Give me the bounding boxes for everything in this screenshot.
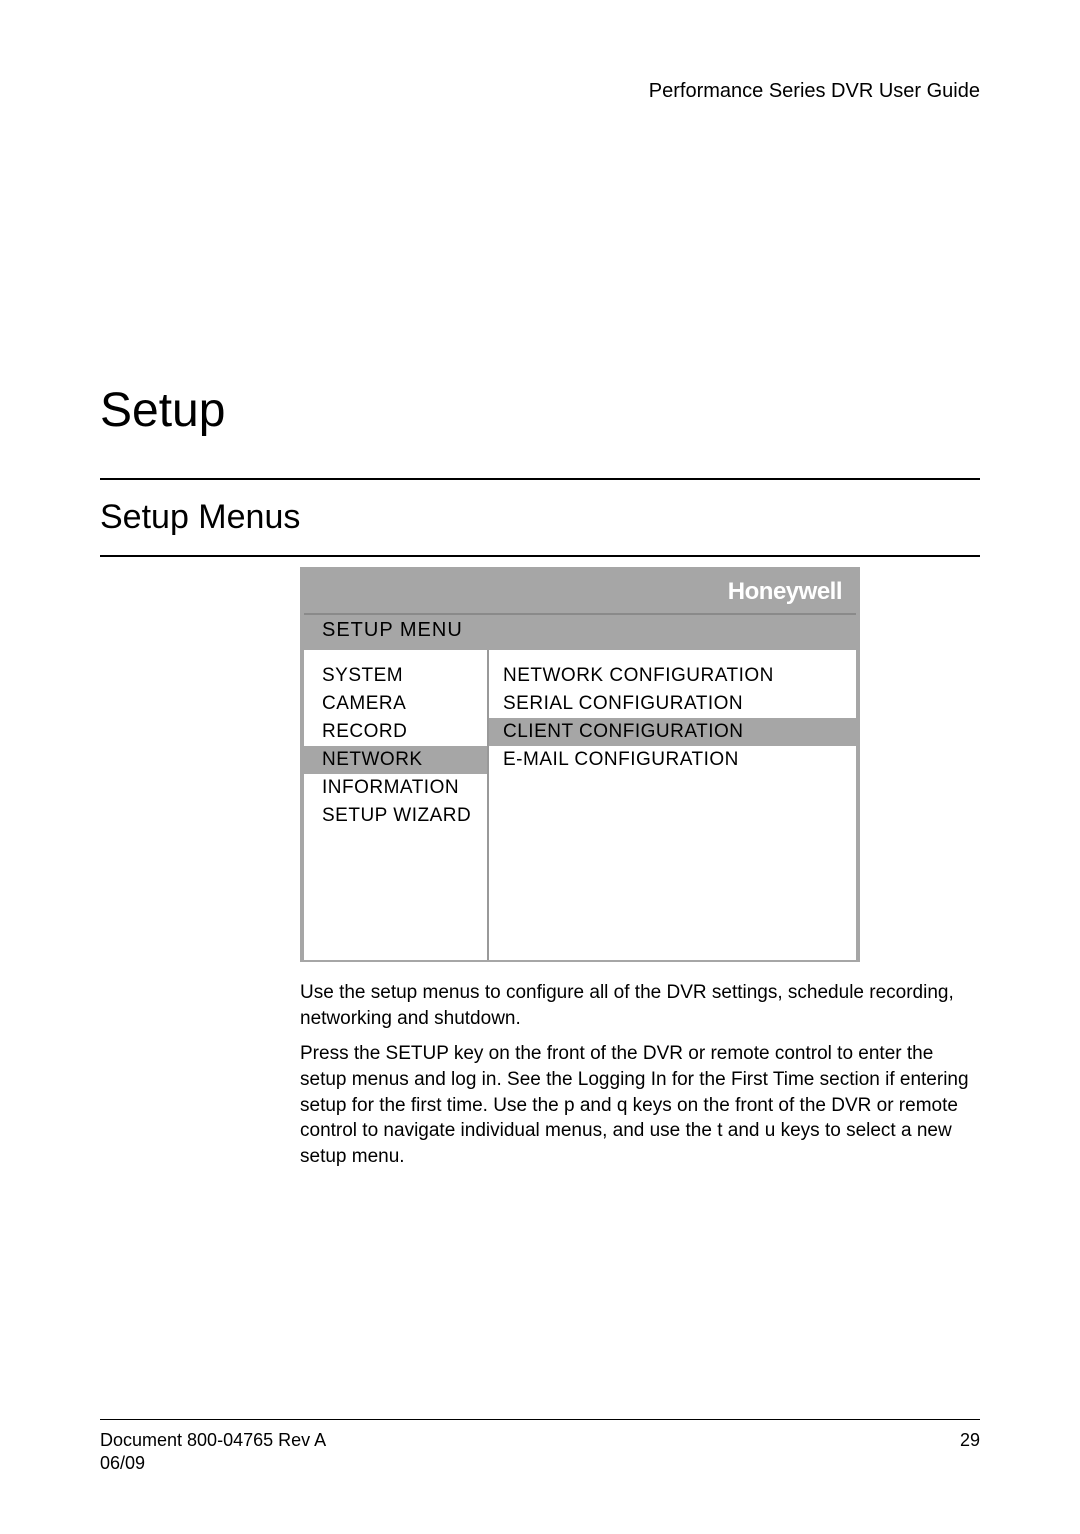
menu-item-information[interactable]: INFORMATION bbox=[322, 774, 487, 802]
sub-item-network-config[interactable]: NETWORK CONFIGURATION bbox=[503, 662, 856, 690]
footer-date: 06/09 bbox=[100, 1453, 980, 1474]
screenshot-right-menu: NETWORK CONFIGURATION SERIAL CONFIGURATI… bbox=[489, 650, 856, 960]
screenshot-logo-row: Honeywell bbox=[304, 571, 856, 613]
sub-item-email-config[interactable]: E-MAIL CONFIGURATION bbox=[503, 746, 856, 774]
honeywell-logo: Honeywell bbox=[728, 578, 842, 606]
rule-bottom bbox=[100, 555, 980, 557]
rule-top bbox=[100, 478, 980, 480]
menu-item-network[interactable]: NETWORK bbox=[304, 746, 487, 774]
body-text: Use the setup menus to configure all of … bbox=[300, 980, 980, 1169]
screenshot-menu-title: SETUP MENU bbox=[304, 613, 856, 650]
sub-item-client-config[interactable]: CLIENT CONFIGURATION bbox=[489, 718, 856, 746]
setup-menu-screenshot: Honeywell SETUP MENU SYSTEM CAMERA RECOR… bbox=[300, 567, 860, 962]
section-title: Setup Menus bbox=[100, 498, 980, 537]
sub-item-serial-config[interactable]: SERIAL CONFIGURATION bbox=[503, 690, 856, 718]
menu-item-setup-wizard[interactable]: SETUP WIZARD bbox=[322, 802, 487, 830]
body-paragraph-1: Use the setup menus to configure all of … bbox=[300, 980, 980, 1031]
footer-rule bbox=[100, 1419, 980, 1420]
body-paragraph-2: Press the SETUP key on the front of the … bbox=[300, 1041, 980, 1169]
footer-doc-id: Document 800-04765 Rev A bbox=[100, 1430, 326, 1451]
header-doc-title: Performance Series DVR User Guide bbox=[100, 80, 980, 103]
chapter-title: Setup bbox=[100, 383, 980, 438]
menu-item-system[interactable]: SYSTEM bbox=[322, 662, 487, 690]
screenshot-left-menu: SYSTEM CAMERA RECORD NETWORK INFORMATION… bbox=[304, 650, 489, 960]
menu-item-camera[interactable]: CAMERA bbox=[322, 690, 487, 718]
page-footer: Document 800-04765 Rev A 29 06/09 bbox=[100, 1411, 980, 1474]
menu-item-record[interactable]: RECORD bbox=[322, 718, 487, 746]
footer-page-number: 29 bbox=[960, 1430, 980, 1451]
